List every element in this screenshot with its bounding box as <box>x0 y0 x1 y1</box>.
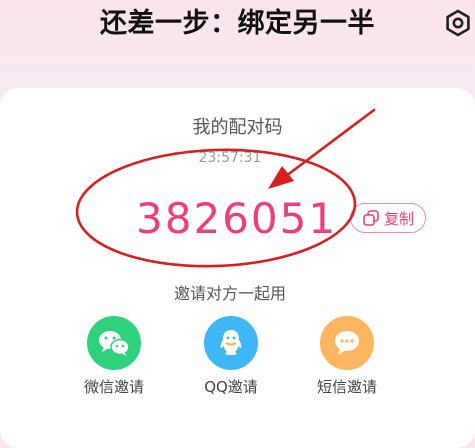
pairing-code-label: 我的配对码 <box>192 117 283 138</box>
wechat-icon <box>99 331 130 356</box>
copy-icon <box>363 210 379 226</box>
settings-hexagon-icon <box>446 9 470 37</box>
sms-icon <box>335 331 359 355</box>
wechat-icon-circle <box>87 316 141 370</box>
sms-icon-circle <box>320 316 374 370</box>
qq-invite-label: QQ邀请 <box>204 378 258 396</box>
qq-icon-circle <box>204 316 258 370</box>
page-title: 还差一步：绑定另一半 <box>100 8 375 39</box>
wechat-invite-label: 微信邀请 <box>83 378 144 396</box>
sms-invite-label: 短信邀请 <box>316 378 377 396</box>
copy-button-label: 复制 <box>383 209 414 228</box>
qq-icon <box>220 330 242 355</box>
countdown-timer: 23:57:31 <box>198 150 262 166</box>
sms-invite-button[interactable]: 短信邀请 <box>302 316 392 397</box>
pairing-code: 3826051 <box>136 194 338 243</box>
wechat-invite-button[interactable]: 微信邀请 <box>69 316 159 397</box>
qq-invite-button[interactable]: QQ邀请 <box>186 316 276 397</box>
invite-label: 邀请对方一起用 <box>173 284 286 303</box>
copy-button[interactable]: 复制 <box>350 203 426 233</box>
settings-button[interactable] <box>441 6 475 40</box>
